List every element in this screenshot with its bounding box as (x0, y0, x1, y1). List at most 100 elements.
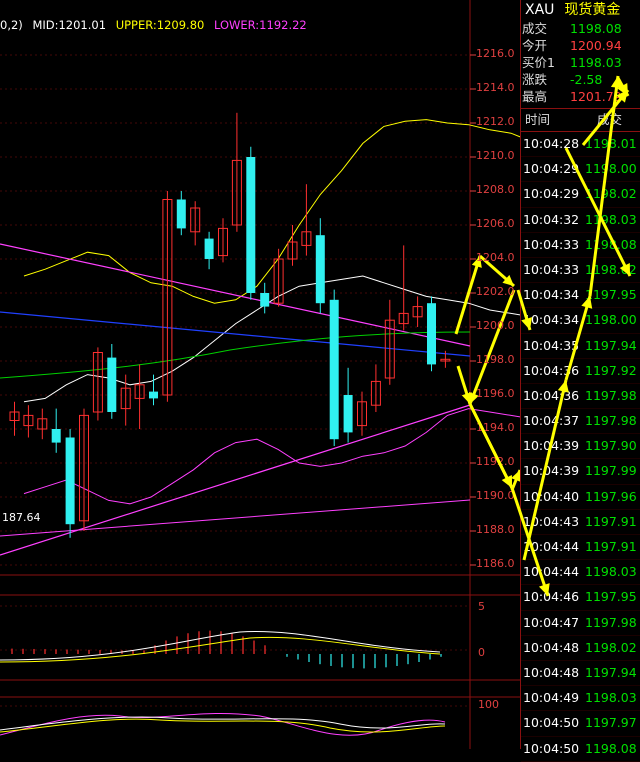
trade-row[interactable]: 10:04:29 1198.02 (521, 182, 640, 208)
trade-row[interactable]: 10:04:43 1197.91 (521, 510, 640, 535)
candle-body-down (343, 395, 353, 433)
price-axis-label: 1216.0 (476, 47, 515, 60)
price-axis-label: 1212.0 (476, 115, 515, 128)
trade-row[interactable]: 10:04:50 1198.08 (521, 737, 640, 762)
trade-row[interactable]: 10:04:32 1198.03 (521, 208, 640, 233)
candle-body-down (329, 299, 339, 440)
trade-price: 1197.97 (585, 715, 637, 731)
boll-lower-line (23, 408, 520, 505)
price-axis-label: 1196.0 (476, 387, 515, 400)
quote-row: 买价1 1198.03 (521, 54, 640, 71)
trade-time: 10:04:29 (523, 186, 580, 202)
trade-row[interactable]: 10:04:34 1197.95 (521, 283, 640, 309)
trade-row[interactable]: 10:04:44 1198.03 (521, 560, 640, 586)
trade-time: 10:04:50 (523, 715, 580, 731)
price-axis-label: 1214.0 (476, 81, 515, 94)
quote-label: 最高 (522, 89, 548, 104)
trade-time: 10:04:44 (523, 539, 580, 554)
trade-row[interactable]: 10:04:49 1198.03 (521, 686, 640, 712)
trade-row[interactable]: 10:04:33 1198.02 (521, 258, 640, 284)
trade-row[interactable]: 10:04:46 1197.95 (521, 585, 640, 611)
trade-row[interactable]: 10:04:28 1198.01 (521, 132, 640, 158)
quote-value: 1200.94 (570, 38, 622, 53)
quote-name: 现货黄金 (564, 2, 621, 18)
trade-time: 10:04:33 (523, 236, 580, 252)
candle-body-down (149, 391, 158, 399)
trade-price: 1197.94 (585, 664, 637, 680)
low-marker-label: 187.64 (2, 511, 41, 524)
price-axis-label: 1192.0 (476, 455, 515, 468)
quote-label: 涨跌 (522, 72, 548, 87)
trade-row[interactable]: 10:04:50 1197.97 (521, 711, 640, 737)
trade-price: 1197.99 (585, 463, 637, 479)
trade-price: 1198.03 (585, 211, 637, 227)
trade-price: 1198.02 (585, 261, 637, 277)
trade-time: 10:04:49 (523, 690, 580, 706)
trade-time: 10:04:34 (523, 287, 580, 303)
trade-time: 10:04:28 (523, 136, 580, 151)
trade-row[interactable]: 10:04:39 1197.99 (521, 459, 640, 485)
trade-row[interactable]: 10:04:35 1197.94 (521, 334, 640, 359)
trade-price: 1198.03 (585, 564, 637, 580)
price-axis-label: 1200.0 (476, 319, 515, 332)
price-axis-label: 1198.0 (476, 353, 515, 366)
price-axis-label: 1194.0 (476, 421, 515, 434)
kline-chart[interactable]: 0,2) MID:1201.01 UPPER:1209.80 LOWER:119… (0, 0, 520, 749)
trade-row[interactable]: 10:04:36 1197.92 (521, 359, 640, 384)
trade-price: 1197.98 (585, 614, 637, 630)
trade-time: 10:04:40 (523, 488, 580, 504)
quote-symbol: XAU (525, 2, 555, 18)
trade-row[interactable]: 10:04:37 1197.98 (521, 409, 640, 435)
trade-row[interactable]: 10:04:48 1198.02 (521, 636, 640, 661)
trade-price: 1197.95 (585, 589, 637, 605)
trade-row[interactable]: 10:04:34 1198.00 (521, 308, 640, 334)
candle-body-down (107, 357, 117, 412)
quote-label: 成交 (522, 21, 548, 36)
kline-chart-svg[interactable] (0, 0, 520, 749)
legend-lower: LOWER:1192.22 (213, 18, 307, 32)
quote-value: -2.58 (570, 72, 603, 87)
trade-price: 1197.92 (585, 362, 637, 378)
trade-row[interactable]: 10:04:40 1197.96 (521, 485, 640, 510)
trade-time: 10:04:32 (523, 211, 580, 227)
price-axis-label: 1188.0 (476, 523, 515, 536)
quote-value: 1198.08 (570, 21, 622, 36)
trade-price: 1197.91 (585, 513, 637, 529)
trade-price: 1198.08 (585, 236, 637, 252)
trade-row[interactable]: 10:04:39 1197.90 (521, 434, 640, 460)
price-axis-label: 1190.0 (476, 489, 515, 502)
boll-upper-line (23, 119, 520, 304)
price-axis-label: 1208.0 (476, 183, 515, 196)
quote-row: 涨跌 -2.58 (521, 71, 640, 88)
annotation-arrow (468, 403, 514, 489)
indicator-legend: 0,2) MID:1201.01 UPPER:1209.80 LOWER:119… (0, 18, 313, 32)
macd-dea-line (0, 636, 441, 663)
legend-upper: UPPER:1209.80 (115, 18, 205, 32)
trade-row[interactable]: 10:04:44 1197.91 (521, 535, 640, 561)
trade-row[interactable]: 10:04:47 1197.98 (521, 611, 640, 636)
candle-body-down (204, 238, 214, 259)
candle-body-down (260, 293, 270, 307)
trade-row[interactable]: 10:04:29 1198.00 (521, 157, 640, 183)
trade-price: 1198.02 (585, 186, 637, 202)
trade-price: 1198.03 (585, 690, 637, 706)
sub1-axis-5: 5 (478, 600, 485, 613)
trade-row[interactable]: 10:04:33 1198.08 (521, 233, 640, 258)
trades-list[interactable]: 10:04:28 1198.01 10:04:29 1198.00 10:04:29 11… (521, 132, 640, 762)
trade-time: 10:04:39 (523, 438, 580, 454)
quote-row: 成交 1198.08 (521, 20, 640, 37)
price-axis-label: 1206.0 (476, 217, 515, 230)
trade-time: 10:04:48 (523, 664, 580, 680)
candle-body-down (427, 303, 436, 365)
trade-price: 1198.01 (585, 136, 637, 151)
candle-body-down (246, 157, 256, 293)
trade-price: 1198.00 (585, 312, 637, 328)
indicator-prefix: 0,2) (0, 18, 23, 32)
trade-price: 1197.98 (585, 413, 637, 429)
quote-row: 今开 1200.94 (521, 37, 640, 54)
trade-price: 1198.00 (585, 161, 637, 177)
trade-price: 1198.02 (585, 639, 637, 655)
trade-row[interactable]: 10:04:36 1197.98 (521, 384, 640, 410)
trade-time: 10:04:37 (523, 413, 580, 429)
trade-row[interactable]: 10:04:48 1197.94 (521, 661, 640, 687)
